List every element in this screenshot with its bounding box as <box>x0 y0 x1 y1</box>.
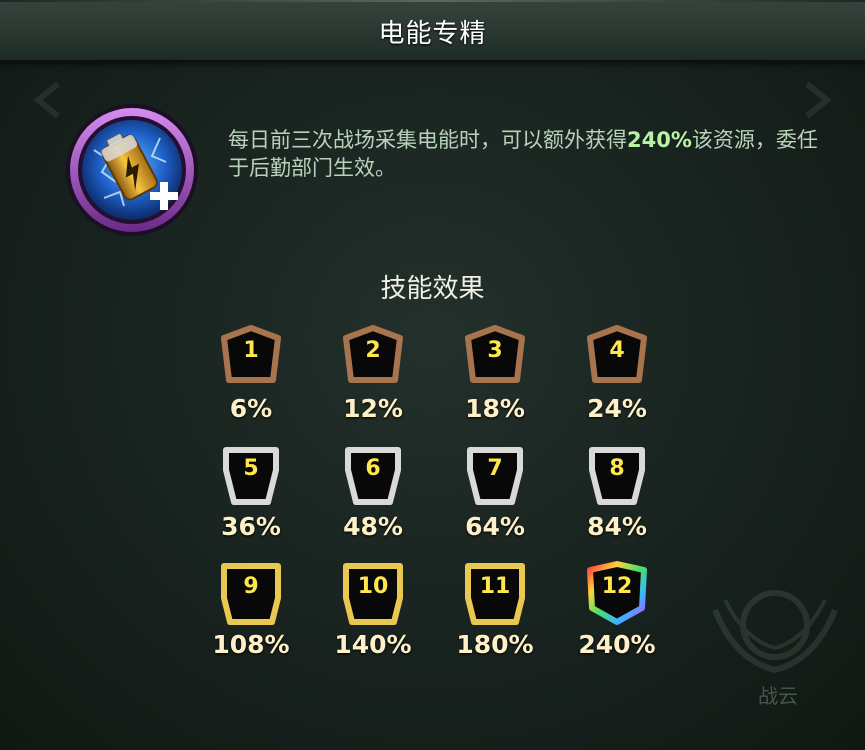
level-value: 64% <box>465 512 525 541</box>
right-arrow-icon <box>805 81 832 119</box>
level-value: 48% <box>343 512 403 541</box>
level-number: 6 <box>365 456 381 481</box>
level-badge-icon: 6 <box>338 440 408 510</box>
level-value: 18% <box>465 394 525 423</box>
level-cell: 6 48% <box>312 440 434 558</box>
level-value: 12% <box>343 394 403 423</box>
level-number: 4 <box>609 338 625 363</box>
level-value: 84% <box>587 512 647 541</box>
level-number: 5 <box>243 456 259 481</box>
level-badge-icon: 2 <box>338 322 408 392</box>
level-cell: 10 140% <box>312 558 434 676</box>
level-cell: 2 12% <box>312 322 434 440</box>
effects-title: 技能效果 <box>380 274 485 304</box>
skill-detail-panel: 战云 电能专精 每日前三次战场采集电能时，可以额外获得240%该资源，委任于后勤… <box>0 0 865 750</box>
level-number: 10 <box>357 574 389 599</box>
level-badge-icon: 11 <box>460 558 530 628</box>
level-cell: 7 64% <box>434 440 556 558</box>
level-cell: 1 6% <box>190 322 312 440</box>
level-cell: 8 84% <box>556 440 678 558</box>
level-value: 24% <box>587 394 647 423</box>
level-number: 7 <box>487 456 503 481</box>
skill-description: 每日前三次战场采集电能时，可以额外获得240%该资源，委任于后勤部门生效。 <box>228 128 818 180</box>
level-number: 11 <box>479 574 511 599</box>
level-badge-icon: 1 <box>216 322 286 392</box>
page-title: 电能专精 <box>378 19 487 49</box>
level-cell: 11 180% <box>434 558 556 676</box>
level-value: 240% <box>578 630 656 659</box>
level-number: 9 <box>243 574 259 599</box>
level-number: 3 <box>487 338 503 363</box>
level-badge-icon: 10 <box>338 558 408 628</box>
level-cell: 12 240% <box>556 558 678 676</box>
level-number: 12 <box>601 574 633 599</box>
level-cell: 9 108% <box>190 558 312 676</box>
level-badge-icon: 5 <box>216 440 286 510</box>
level-badge-icon: 7 <box>460 440 530 510</box>
level-badge-icon: 8 <box>582 440 652 510</box>
level-number: 2 <box>365 338 381 363</box>
level-badge-icon: 3 <box>460 322 530 392</box>
level-badge-icon: 9 <box>216 558 286 628</box>
level-number: 1 <box>243 338 259 363</box>
level-value: 180% <box>456 630 534 659</box>
level-number: 8 <box>609 456 625 481</box>
level-badge-icon: 12 <box>582 558 652 628</box>
level-value: 140% <box>334 630 412 659</box>
title-bar: 电能专精 <box>0 0 865 62</box>
level-value: 36% <box>221 512 281 541</box>
emblem-label: 战云 <box>758 684 798 708</box>
level-cell: 4 24% <box>556 322 678 440</box>
battery-plus-icon <box>66 104 198 236</box>
highlight-value: 240% <box>627 128 692 152</box>
level-cell: 3 18% <box>434 322 556 440</box>
level-value: 6% <box>229 394 273 423</box>
level-value: 108% <box>212 630 290 659</box>
level-badge-icon: 4 <box>582 322 652 392</box>
level-cell: 5 36% <box>190 440 312 558</box>
